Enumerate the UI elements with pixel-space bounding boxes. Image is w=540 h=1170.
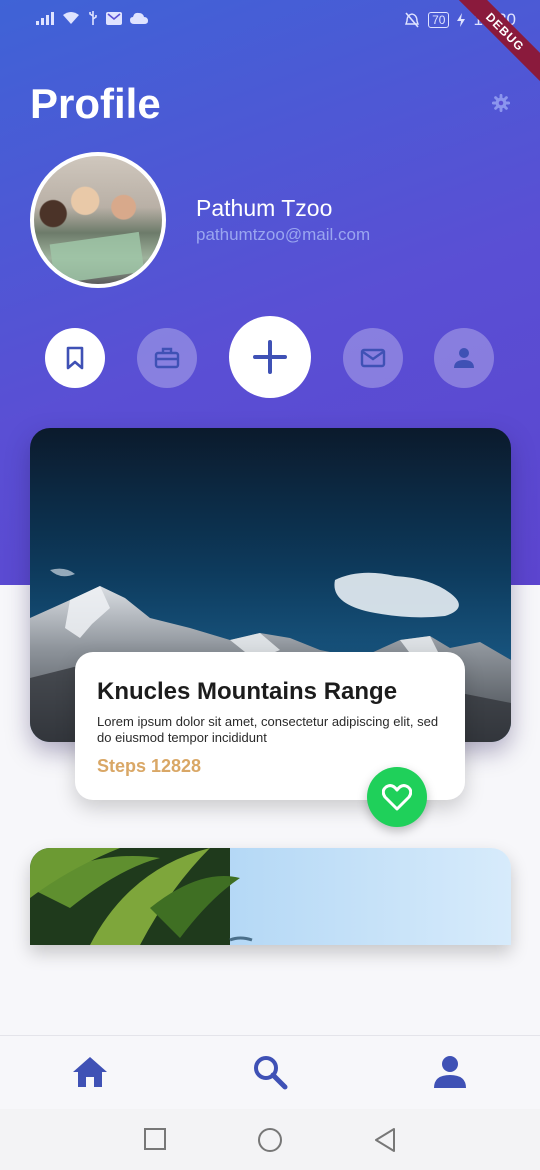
plus-icon (253, 340, 287, 374)
person-icon (434, 1056, 466, 1088)
mail-button[interactable] (343, 328, 403, 388)
wifi-icon (63, 12, 79, 24)
featured-title: Knucles Mountains Range (97, 678, 398, 705)
debug-banner: DEBUG (450, 0, 540, 90)
person-button[interactable] (434, 328, 494, 388)
system-nav-bar (0, 1109, 540, 1170)
cloud-icon (130, 12, 148, 24)
nav-profile[interactable] (430, 1052, 470, 1092)
briefcase-icon (154, 347, 180, 369)
search-icon (254, 1056, 288, 1090)
home-icon (73, 1057, 107, 1087)
battery-level: 70 (428, 12, 450, 28)
nav-home[interactable] (70, 1052, 110, 1092)
mute-icon (405, 12, 420, 28)
avatar[interactable] (30, 152, 166, 288)
person-icon (454, 348, 474, 368)
destination-card-image[interactable] (30, 848, 511, 945)
bottom-nav (0, 1035, 540, 1109)
bookmark-icon (66, 346, 84, 370)
gear-icon[interactable] (492, 94, 510, 112)
recents-icon[interactable] (143, 1127, 167, 1151)
action-row (0, 316, 540, 400)
heart-icon (382, 784, 412, 811)
usb-icon (89, 11, 97, 25)
gmail-icon (106, 11, 122, 25)
featured-description: Lorem ipsum dolor sit amet, consectetur … (97, 714, 439, 745)
home-circle-icon[interactable] (257, 1127, 283, 1153)
briefcase-button[interactable] (137, 328, 197, 388)
add-button[interactable] (229, 316, 311, 398)
user-name: Pathum Tzoo (196, 195, 333, 221)
mail-icon (360, 348, 386, 368)
favorite-button[interactable] (367, 767, 427, 827)
user-email: pathumtzoo@mail.com (196, 225, 371, 244)
back-icon[interactable] (373, 1127, 397, 1153)
page-title: Profile (30, 80, 161, 127)
nav-search[interactable] (250, 1052, 290, 1092)
bookmark-button[interactable] (45, 328, 105, 388)
signal-icon (36, 11, 54, 25)
